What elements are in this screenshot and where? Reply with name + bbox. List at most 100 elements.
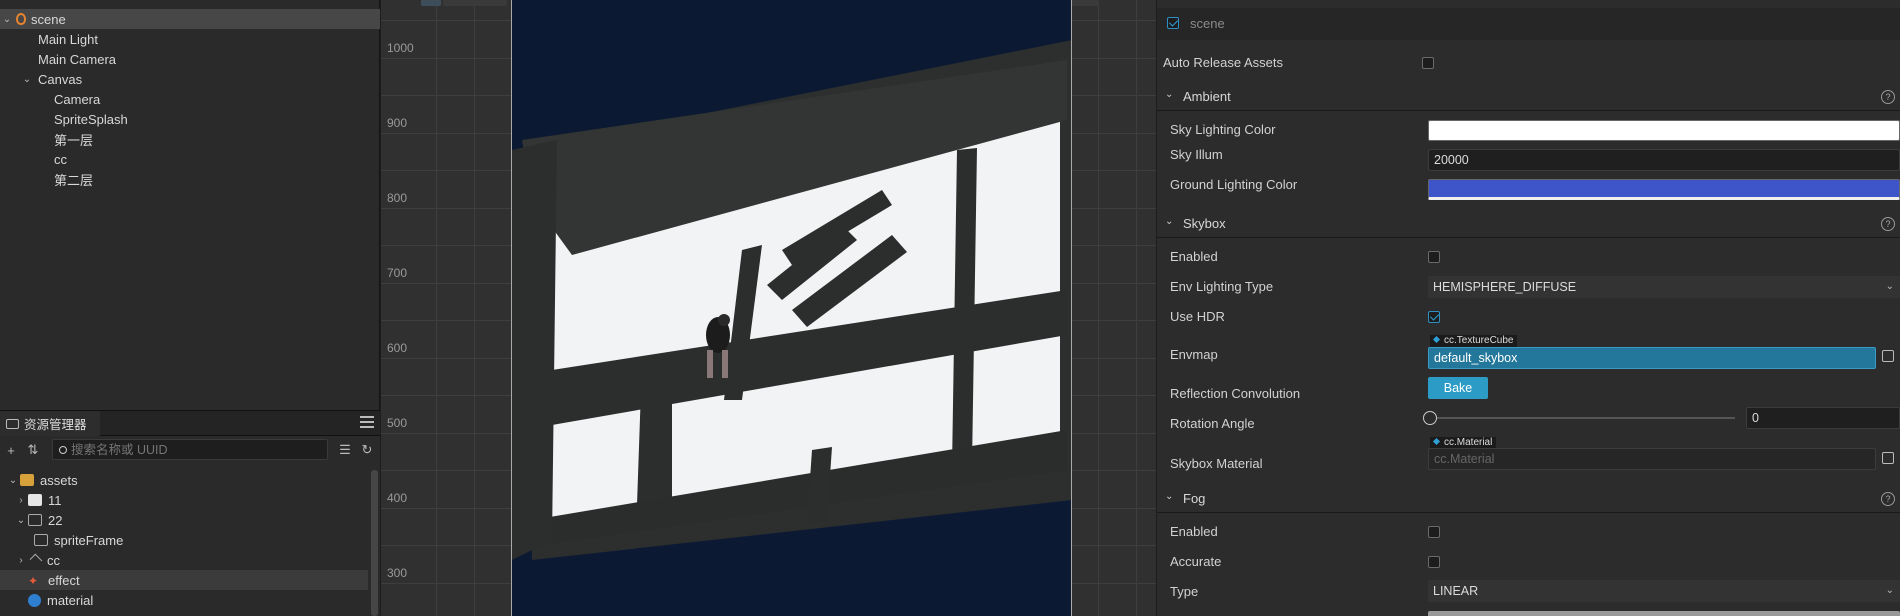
asset-item-cc[interactable]: › cc xyxy=(0,550,368,570)
image-icon xyxy=(28,514,42,526)
sky-lighting-color-label: Sky Lighting Color xyxy=(1170,122,1276,137)
folder-icon xyxy=(6,418,19,429)
viewport-tool-button[interactable] xyxy=(443,0,507,6)
rotation-slider-track[interactable] xyxy=(1429,417,1735,419)
fog-accurate-label: Accurate xyxy=(1170,554,1222,569)
search-icon[interactable] xyxy=(59,445,67,454)
add-icon[interactable]: + xyxy=(0,443,22,458)
sky-illum-input[interactable]: 20000 xyxy=(1428,149,1900,171)
hierarchy-item-scene[interactable]: ⌄ scene xyxy=(0,9,380,29)
asset-item-material[interactable]: material xyxy=(0,590,368,610)
hierarchy-item-label: Camera xyxy=(54,91,101,107)
help-icon[interactable]: ? xyxy=(1881,217,1895,231)
help-icon[interactable]: ? xyxy=(1881,90,1895,104)
assets-scrollbar[interactable] xyxy=(371,470,378,616)
fog-enabled-checkbox[interactable] xyxy=(1428,526,1440,538)
scene-viewport[interactable]: 1000 900 800 700 600 500 400 300 xyxy=(381,0,1156,616)
search-input[interactable] xyxy=(71,442,301,457)
axis-label: 700 xyxy=(387,266,408,280)
fog-type-select[interactable]: LINEAR ⌄ xyxy=(1428,580,1900,602)
hierarchy-item-layer1[interactable]: 第一层 xyxy=(0,129,380,149)
auto-release-label: Auto Release Assets xyxy=(1163,55,1283,70)
ambient-section-header[interactable]: ⌄ Ambient ? xyxy=(1157,83,1900,111)
material-icon xyxy=(28,593,41,607)
node-active-checkbox[interactable] xyxy=(1167,17,1179,29)
skybox-enabled-row: Enabled xyxy=(1157,242,1900,272)
rotation-angle-label: Rotation Angle xyxy=(1170,416,1255,431)
envmap-type-tag: cc.TextureCube xyxy=(1430,335,1518,347)
sky-illum-label: Sky Illum xyxy=(1170,147,1223,162)
hierarchy-item-layer2[interactable]: 第二层 xyxy=(0,169,380,189)
env-lighting-type-select[interactable]: HEMISPHERE_DIFFUSE ⌄ xyxy=(1428,276,1900,298)
database-icon xyxy=(20,474,34,486)
fog-section-header[interactable]: ⌄ Fog ? xyxy=(1157,485,1900,513)
chevron-down-icon[interactable]: ⌄ xyxy=(1165,491,1173,502)
fog-accurate-checkbox[interactable] xyxy=(1428,556,1440,568)
asset-item-label: assets xyxy=(40,472,78,488)
chevron-down-icon[interactable]: ⌄ xyxy=(0,14,14,25)
menu-icon[interactable] xyxy=(360,416,374,428)
envmap-label: Envmap xyxy=(1170,347,1218,362)
chevron-down-icon[interactable]: ⌄ xyxy=(14,515,28,526)
skybox-material-field[interactable]: cc.Material xyxy=(1428,448,1876,470)
viewport-tool-button[interactable] xyxy=(421,0,441,6)
hierarchy-item-label: SpriteSplash xyxy=(54,111,128,127)
node-name: scene xyxy=(1190,16,1225,31)
grid-line xyxy=(1136,0,1137,616)
chevron-down-icon[interactable]: ⌄ xyxy=(1165,89,1173,100)
hierarchy-item-camera[interactable]: Camera xyxy=(0,89,380,109)
asset-item-assets[interactable]: ⌄ assets xyxy=(0,470,368,490)
rotation-slider-thumb[interactable] xyxy=(1423,411,1437,425)
rotation-angle-input[interactable]: 0 xyxy=(1746,407,1900,429)
axis-label: 300 xyxy=(387,566,408,580)
use-hdr-label: Use HDR xyxy=(1170,309,1225,324)
use-hdr-row: Use HDR xyxy=(1157,302,1900,332)
skybox-section-header[interactable]: ⌄ Skybox ? xyxy=(1157,210,1900,238)
asset-picker-icon[interactable] xyxy=(1882,350,1894,362)
chevron-right-icon[interactable]: › xyxy=(14,495,28,506)
refresh-icon[interactable]: ↻ xyxy=(356,442,378,458)
hierarchy-item-label: Canvas xyxy=(38,71,83,87)
hierarchy-item-main-camera[interactable]: Main Camera xyxy=(0,49,380,69)
env-lighting-type-label: Env Lighting Type xyxy=(1170,279,1274,294)
hierarchy-item-spritesplash[interactable]: SpriteSplash xyxy=(0,109,380,129)
fog-type-label: Type xyxy=(1170,584,1199,599)
ground-lighting-color-swatch[interactable] xyxy=(1428,179,1900,200)
tab-assets[interactable]: 资源管理器 xyxy=(0,411,100,436)
hierarchy-item-label: cc xyxy=(54,151,67,167)
sort-icon[interactable]: ⇅ xyxy=(22,442,44,458)
axis-label: 900 xyxy=(387,116,408,130)
list-view-icon[interactable]: ☰ xyxy=(334,442,356,458)
sky-lighting-color-swatch[interactable] xyxy=(1428,120,1900,141)
asset-item-label: 22 xyxy=(48,512,63,528)
asset-item-22[interactable]: ⌄ 22 xyxy=(0,510,368,530)
skybox-title: Skybox xyxy=(1183,216,1226,231)
axis-label: 500 xyxy=(387,416,408,430)
asset-item-11[interactable]: › 11 xyxy=(0,490,368,510)
chevron-right-icon[interactable]: › xyxy=(14,555,28,566)
use-hdr-checkbox[interactable] xyxy=(1428,311,1440,323)
chevron-down-icon[interactable]: ⌄ xyxy=(6,475,20,486)
chevron-down-icon[interactable]: ⌄ xyxy=(1165,216,1173,227)
bake-button[interactable]: Bake xyxy=(1428,377,1488,399)
skybox-enabled-checkbox[interactable] xyxy=(1428,251,1440,263)
chevron-down-icon[interactable]: ⌄ xyxy=(20,74,34,85)
scene-artwork xyxy=(512,0,1071,616)
asset-item-label: cc xyxy=(47,552,60,568)
game-canvas-frame xyxy=(511,0,1072,616)
fog-color-swatch[interactable] xyxy=(1428,611,1900,616)
asset-picker-icon[interactable] xyxy=(1882,452,1894,464)
fog-enabled-label: Enabled xyxy=(1170,524,1218,539)
scene-icon xyxy=(16,13,26,25)
hierarchy-item-main-light[interactable]: Main Light xyxy=(0,29,380,49)
envmap-field[interactable]: default_skybox xyxy=(1428,347,1876,369)
asset-item-spriteframe[interactable]: spriteFrame xyxy=(0,530,368,550)
fog-accurate-row: Accurate xyxy=(1157,547,1900,577)
hierarchy-item-canvas[interactable]: ⌄ Canvas xyxy=(0,69,380,89)
auto-release-checkbox[interactable] xyxy=(1422,57,1434,69)
assets-list: ⌄ assets › 11 ⌄ 22 spriteFrame › cc ✦ ef… xyxy=(0,464,380,616)
help-icon[interactable]: ? xyxy=(1881,492,1895,506)
image-icon xyxy=(28,494,42,506)
hierarchy-item-cc[interactable]: cc xyxy=(0,149,380,169)
asset-item-effect[interactable]: ✦ effect xyxy=(0,570,368,590)
